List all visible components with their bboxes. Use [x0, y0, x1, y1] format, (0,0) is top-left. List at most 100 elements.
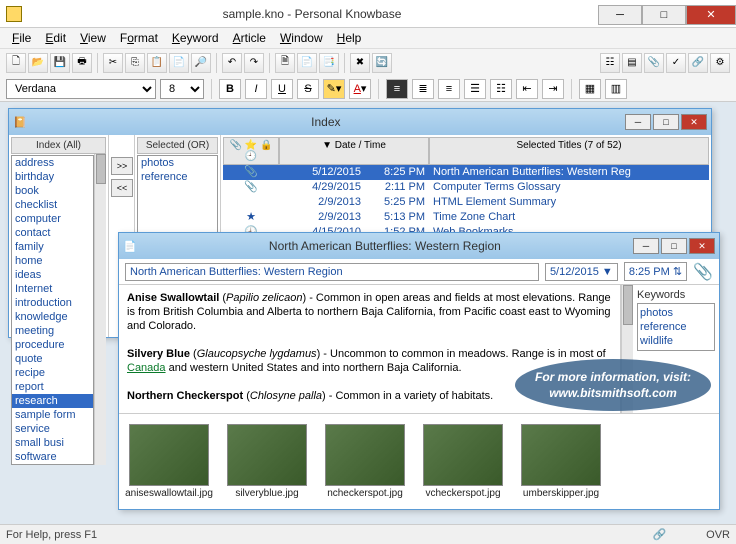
attachment-thumb[interactable]: vcheckerspot.jpg — [419, 424, 507, 499]
paste-icon[interactable]: 📋 — [147, 53, 167, 73]
menu-window[interactable]: Window — [274, 29, 329, 47]
find-icon[interactable]: 🔎 — [191, 53, 211, 73]
close-button[interactable]: ✕ — [686, 5, 736, 25]
indent-button[interactable]: ⇥ — [542, 79, 564, 99]
result-row[interactable]: 📎4/29/20152:11 PMComputer Terms Glossary — [223, 180, 709, 195]
tool-icon[interactable]: ⚙ — [710, 53, 730, 73]
keyword-item[interactable]: research — [12, 394, 93, 408]
bullets-button[interactable]: ☰ — [464, 79, 486, 99]
italic-button[interactable]: I — [245, 79, 267, 99]
font-color-button[interactable]: A▾ — [349, 79, 371, 99]
attachment-thumb[interactable]: ncheckerspot.jpg — [321, 424, 409, 499]
article-scrollbar[interactable] — [621, 285, 633, 413]
keywords-scrollbar[interactable] — [94, 154, 106, 465]
selected-header[interactable]: Selected (OR) — [137, 137, 218, 154]
keyword-item[interactable]: ideas — [12, 268, 93, 282]
align-left-button[interactable]: ≡ — [386, 79, 408, 99]
grid-titles-header[interactable]: Selected Titles (7 of 52) — [429, 137, 709, 165]
article-keyword[interactable]: reference — [640, 320, 712, 334]
properties-icon[interactable]: 📑 — [319, 53, 339, 73]
selected-keyword-item[interactable]: reference — [138, 170, 217, 184]
save-icon[interactable]: 💾 — [50, 53, 70, 73]
view2-icon[interactable]: ▤ — [622, 53, 642, 73]
result-row[interactable]: 📎5/12/20158:25 PMNorth American Butterfl… — [223, 165, 709, 180]
keyword-item[interactable]: computer — [12, 212, 93, 226]
keyword-item[interactable]: sample form — [12, 408, 93, 422]
attach-icon[interactable]: 📎 — [644, 53, 664, 73]
index-titlebar[interactable]: 📔 Index ─ □ ✕ — [9, 109, 711, 135]
keyword-item[interactable]: book — [12, 184, 93, 198]
font-size-select[interactable]: 8 — [160, 79, 204, 99]
keyword-item[interactable]: recipe — [12, 366, 93, 380]
new-article2-icon[interactable]: 📄 — [297, 53, 317, 73]
index-all-header[interactable]: Index (All) — [11, 137, 106, 154]
view1-icon[interactable]: ☷ — [600, 53, 620, 73]
keyword-item[interactable]: family — [12, 240, 93, 254]
keyword-item[interactable]: Internet — [12, 282, 93, 296]
article-title-field[interactable]: North American Butterflies: Western Regi… — [125, 263, 539, 281]
font-family-select[interactable]: Verdana — [6, 79, 156, 99]
keyword-item[interactable]: contact — [12, 226, 93, 240]
article-titlebar[interactable]: 📄 North American Butterflies: Western Re… — [119, 233, 719, 259]
keyword-item[interactable]: service — [12, 422, 93, 436]
menu-article[interactable]: Article — [227, 29, 272, 47]
numbers-button[interactable]: ☷ — [490, 79, 512, 99]
keyword-item[interactable]: checklist — [12, 198, 93, 212]
keyword-item[interactable]: procedure — [12, 338, 93, 352]
remove-keyword-button[interactable]: << — [111, 179, 133, 197]
keyword-item[interactable]: introduction — [12, 296, 93, 310]
outdent-button[interactable]: ⇤ — [516, 79, 538, 99]
article-close-button[interactable]: ✕ — [689, 238, 715, 254]
align-center-button[interactable]: ≣ — [412, 79, 434, 99]
undo-icon[interactable]: ↶ — [222, 53, 242, 73]
paste2-icon[interactable]: 📄 — [169, 53, 189, 73]
underline-button[interactable]: U — [271, 79, 293, 99]
open-file-icon[interactable]: 📂 — [28, 53, 48, 73]
print-icon[interactable]: 🖶 — [72, 53, 92, 73]
keyword-item[interactable]: knowledge — [12, 310, 93, 324]
menu-format[interactable]: Format — [114, 29, 164, 47]
attachment-thumb[interactable]: silveryblue.jpg — [223, 424, 311, 499]
result-row[interactable]: 2/9/20135:25 PMHTML Element Summary — [223, 195, 709, 210]
delete-icon[interactable]: ✖ — [350, 53, 370, 73]
results-grid[interactable]: 📎5/12/20158:25 PMNorth American Butterfl… — [223, 165, 709, 240]
menu-keyword[interactable]: Keyword — [166, 29, 225, 47]
keyword-item[interactable]: address — [12, 156, 93, 170]
article-keyword[interactable]: wildlife — [640, 334, 712, 348]
show-article-button[interactable]: ▥ — [605, 79, 627, 99]
add-keyword-button[interactable]: >> — [111, 157, 133, 175]
strike-button[interactable]: S — [297, 79, 319, 99]
keyword-item[interactable]: birthday — [12, 170, 93, 184]
selected-keyword-item[interactable]: photos — [138, 156, 217, 170]
spell-icon[interactable]: ✓ — [666, 53, 686, 73]
copy-icon[interactable]: ⎘ — [125, 53, 145, 73]
article-minimize-button[interactable]: ─ — [633, 238, 659, 254]
article-date-field[interactable]: 5/12/2015 ▼ — [545, 263, 618, 281]
highlight-button[interactable]: ✎▾ — [323, 79, 345, 99]
keyword-item[interactable]: small busi — [12, 436, 93, 450]
menu-view[interactable]: View — [74, 29, 112, 47]
cut-icon[interactable]: ✂ — [103, 53, 123, 73]
attachment-thumb[interactable]: umberskipper.jpg — [517, 424, 605, 499]
grid-date-header[interactable]: ▼ Date / Time — [279, 137, 429, 165]
align-right-button[interactable]: ≡ — [438, 79, 460, 99]
article-keyword[interactable]: photos — [640, 306, 712, 320]
redo-icon[interactable]: ↷ — [244, 53, 264, 73]
maximize-button[interactable]: □ — [642, 5, 686, 25]
keyword-item[interactable]: report — [12, 380, 93, 394]
keyword-item[interactable]: quote — [12, 352, 93, 366]
minimize-button[interactable]: ─ — [598, 5, 642, 25]
grid-icon-header[interactable]: 📎 ⭐ 🔒 🕘 — [223, 137, 279, 165]
link-icon[interactable]: 🔗 — [688, 53, 708, 73]
article-body[interactable]: Anise Swallowtail (Papilio zelicaon) - C… — [119, 285, 621, 413]
bold-button[interactable]: B — [219, 79, 241, 99]
result-row[interactable]: ★2/9/20135:13 PMTime Zone Chart — [223, 210, 709, 225]
article-keywords-list[interactable]: photosreferencewildlife — [637, 303, 715, 351]
attachment-icon[interactable]: 📎 — [693, 262, 713, 282]
menu-edit[interactable]: Edit — [39, 29, 72, 47]
index-maximize-button[interactable]: □ — [653, 114, 679, 130]
keyword-item[interactable]: meeting — [12, 324, 93, 338]
new-article-icon[interactable]: 🗎 — [275, 53, 295, 73]
index-close-button[interactable]: ✕ — [681, 114, 707, 130]
attachment-thumb[interactable]: aniseswallowtail.jpg — [125, 424, 213, 499]
